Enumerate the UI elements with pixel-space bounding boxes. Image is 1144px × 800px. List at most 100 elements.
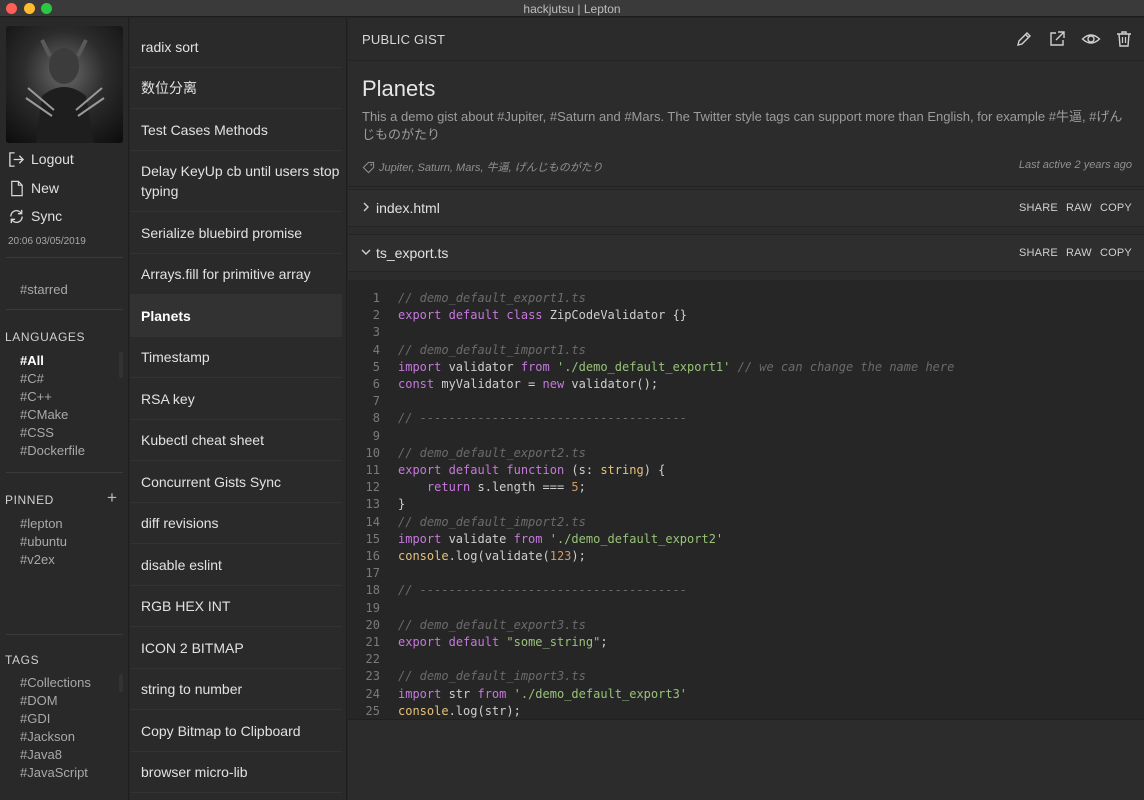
chevron-right-icon[interactable] (360, 201, 372, 213)
line-content: console.log(str); (398, 703, 521, 718)
nav-divider (6, 472, 123, 473)
code-line: 3 (348, 324, 1144, 341)
add-pinned-button[interactable]: + (107, 489, 117, 506)
copy-button[interactable]: COPY (1100, 202, 1132, 214)
line-content: // demo_default_export1.ts (398, 291, 586, 305)
avatar-figure-icon (25, 39, 105, 143)
gist-list-item[interactable]: Delay KeyUp cb until users stop typing (130, 151, 342, 212)
gist-visibility-label: PUBLIC GIST (362, 32, 446, 47)
code-line: 5 import validator from './demo_default_e… (348, 359, 1144, 376)
new-gist-button[interactable]: New (8, 177, 59, 199)
gist-list-item-active[interactable]: Planets (130, 295, 342, 337)
line-number: 13 (365, 497, 380, 512)
code-line: 22 (348, 651, 1144, 668)
tag-item[interactable]: #DOM (20, 693, 58, 708)
file-header[interactable]: ts_export.ts SHARE RAW COPY (348, 234, 1144, 272)
line-content: // demo_default_export2.ts (398, 445, 586, 460)
line-number: 20 (365, 617, 380, 632)
pinned-item[interactable]: #ubuntu (20, 534, 67, 549)
gist-list-item[interactable]: radix sort (130, 26, 342, 68)
gist-list-item[interactable]: string to number (130, 669, 342, 710)
line-content: import validate from './demo_default_exp… (398, 531, 724, 546)
title-bar: hackjutsu | Lepton (0, 0, 1144, 17)
tag-item[interactable]: #Collections (20, 675, 91, 690)
code-line: 11 export default function (s: string) { (348, 462, 1144, 479)
line-number: 11 (365, 463, 380, 477)
raw-button[interactable]: RAW (1066, 247, 1092, 259)
tag-item[interactable]: #Jackson (20, 729, 75, 744)
window-title: hackjutsu | Lepton (523, 2, 621, 16)
line-content: import str from './demo_default_export3' (398, 686, 688, 701)
tag-item[interactable]: #Java8 (20, 747, 62, 762)
gist-list-item[interactable]: Concurrent Gists Sync (130, 461, 342, 503)
gist-detail: PUBLIC GIST Planets This a demo gist abo… (348, 18, 1144, 800)
last-active: Last active 2 years ago (1018, 159, 1132, 171)
chevron-down-icon[interactable] (360, 246, 372, 258)
gist-list-item[interactable]: 数位分离 (130, 68, 342, 109)
tag-item[interactable]: #JavaScript (20, 765, 88, 780)
line-content: export default function (s: string) { (398, 463, 666, 477)
logout-button[interactable]: Logout (8, 148, 74, 170)
share-button[interactable]: SHARE (1019, 202, 1058, 214)
gist-list-item[interactable]: Arrays.fill for primitive array (130, 254, 342, 295)
code-line: 23 // demo_default_import3.ts (348, 668, 1144, 685)
language-item[interactable]: #C# (20, 371, 44, 386)
gist-list-item[interactable]: Serialize bluebird promise (130, 212, 342, 254)
gist-list: radix sort 数位分离 Test Cases Methods Delay… (130, 18, 347, 800)
open-external-icon[interactable] (1047, 29, 1067, 49)
code-line: 20 // demo_default_export3.ts (348, 617, 1144, 634)
language-item[interactable]: #CMake (20, 407, 68, 422)
edit-icon[interactable] (1014, 29, 1034, 49)
gist-list-item[interactable]: Test Cases Methods (130, 109, 342, 151)
languages-scrollbar[interactable] (119, 352, 123, 378)
tags-scrollbar[interactable] (119, 674, 123, 692)
language-item[interactable]: #All (20, 353, 44, 368)
delete-trash-icon[interactable] (1114, 29, 1134, 49)
line-number: 22 (365, 652, 380, 667)
pinned-heading: PINNED (5, 493, 54, 507)
gist-list-item[interactable]: Copy Bitmap to Clipboard (130, 710, 342, 752)
language-item[interactable]: #CSS (20, 425, 54, 440)
raw-button[interactable]: RAW (1066, 202, 1092, 214)
gist-list-item[interactable]: browser micro-lib (130, 752, 342, 793)
copy-button[interactable]: COPY (1100, 247, 1132, 259)
gist-list-item[interactable]: ICON 2 BITMAP (130, 627, 342, 669)
code-line: 21 export default "some_string"; (348, 634, 1144, 651)
pinned-item[interactable]: #lepton (20, 516, 63, 531)
code-viewer[interactable]: 1 // demo_default_export1.ts 2 export defau… (348, 280, 1144, 720)
code-line: 18 // -----------------------------------… (348, 582, 1144, 599)
code-line: 8 // ------------------------------------… (348, 410, 1144, 427)
sync-timestamp: 20:06 03/05/2019 (8, 236, 86, 247)
line-content: import validator from './demo_default_ex… (398, 359, 955, 374)
share-button[interactable]: SHARE (1019, 247, 1058, 259)
new-label: New (31, 180, 60, 196)
file-header[interactable]: index.html SHARE RAW COPY (348, 189, 1144, 227)
code-line: 13} (348, 496, 1144, 513)
nav-divider (6, 257, 123, 258)
language-item[interactable]: #C++ (20, 389, 52, 404)
line-number: 18 (365, 583, 380, 598)
code-line: 19 (348, 600, 1144, 617)
gist-list-item[interactable]: disable eslint (130, 544, 342, 586)
gist-description: This a demo gist about #Jupiter, #Saturn… (362, 109, 1123, 142)
nav-divider (6, 309, 123, 310)
line-number: 23 (365, 669, 380, 684)
gist-list-item[interactable]: diff revisions (130, 503, 342, 544)
code-line: 12 return s.length === 5; (348, 479, 1144, 496)
line-number: 3 (372, 325, 380, 340)
language-item[interactable]: #Dockerfile (20, 443, 85, 458)
line-number: 15 (365, 531, 380, 546)
gist-list-item[interactable]: RSA key (130, 378, 342, 420)
sync-label: Sync (31, 208, 63, 224)
gist-list-item[interactable]: Kubectl cheat sheet (130, 420, 342, 461)
pinned-item[interactable]: #v2ex (20, 552, 55, 567)
tag-item[interactable]: #GDI (20, 711, 50, 726)
nav-divider (6, 634, 123, 635)
gist-list-item[interactable]: RGB HEX INT (130, 586, 342, 627)
line-content: // demo_default_export3.ts (398, 617, 586, 632)
code-line: 15 import validate from './demo_default_e… (348, 531, 1144, 548)
sync-button[interactable]: Sync (8, 205, 62, 227)
gist-list-item[interactable]: Timestamp (130, 337, 342, 378)
starred-filter[interactable]: #starred (20, 282, 68, 297)
preview-eye-icon[interactable] (1081, 29, 1101, 49)
